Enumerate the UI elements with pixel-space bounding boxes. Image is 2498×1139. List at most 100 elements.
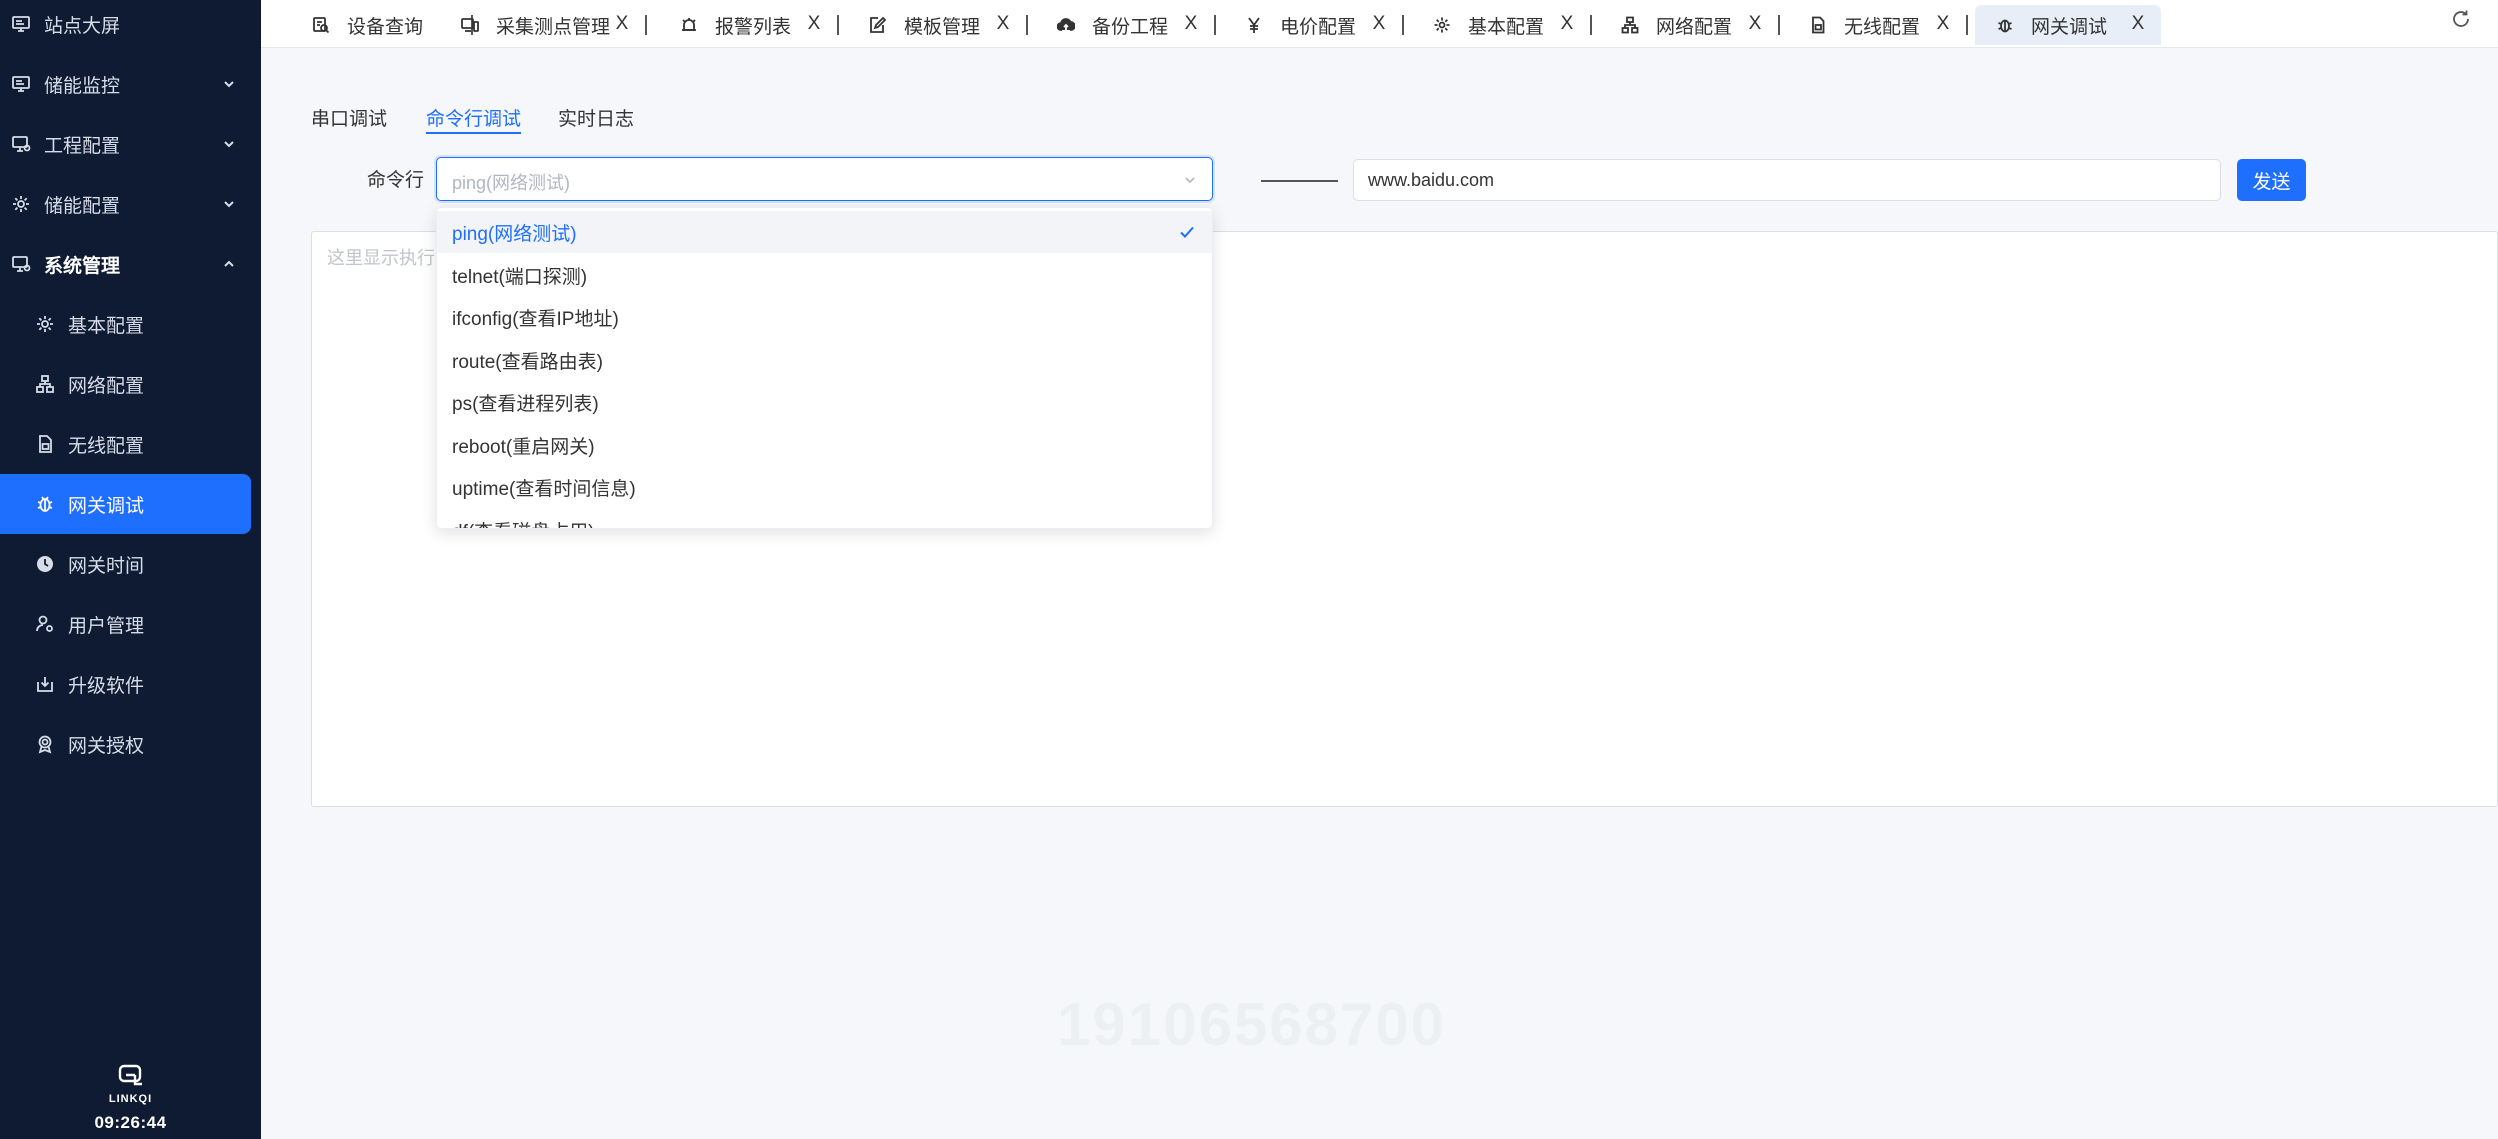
subtab-command-debug[interactable]: 命令行调试 <box>426 104 522 134</box>
sidebar-item-station-screen[interactable]: 站点大屏 <box>0 0 261 54</box>
sidebar-item-label: 网关授权 <box>68 735 145 757</box>
sidebar-item-label: 系统管理 <box>44 255 121 277</box>
close-icon[interactable]: X <box>613 14 631 33</box>
close-icon[interactable]: X <box>2129 14 2147 33</box>
option-label: ps(查看进程列表) <box>452 393 599 415</box>
tab-separator <box>1402 15 1404 35</box>
dropdown-option-uptime[interactable]: uptime(查看时间信息) <box>437 466 1212 508</box>
tab-label: 采集测点管理 <box>496 16 611 38</box>
tab-separator <box>1026 15 1028 35</box>
tab-backup-project[interactable]: 备份工程 X <box>1056 5 1216 45</box>
tab-gateway-debug[interactable]: 网关调试 X <box>1975 5 2161 45</box>
logo-text: LINKQI <box>108 1093 153 1105</box>
sidebar: 站点大屏 储能监控 工程配置 储能配置 系统管理 基本配置 网络配置 无线配置 … <box>0 0 261 1139</box>
tab-basic-config[interactable]: 基本配置 X <box>1432 5 1592 45</box>
dropdown-option-ps[interactable]: ps(查看进程列表) <box>437 381 1212 423</box>
target-host-input[interactable] <box>1353 159 2221 201</box>
dropdown-option-ping[interactable]: ping(网络测试) <box>437 211 1212 253</box>
tab-template-management[interactable]: 模板管理 X <box>868 5 1028 45</box>
tab-device-query[interactable]: 设备查询 <box>311 5 473 45</box>
sidebar-item-gateway-time[interactable]: 网关时间 <box>0 534 261 594</box>
option-label: uptime(查看时间信息) <box>452 478 636 500</box>
tab-label: 基本配置 <box>1468 16 1545 38</box>
sidebar-item-system-management[interactable]: 系统管理 <box>0 234 261 294</box>
chevron-down-icon <box>221 196 237 212</box>
close-icon[interactable]: X <box>994 14 1012 33</box>
download-box-icon <box>34 673 56 695</box>
sidebar-item-project-config[interactable]: 工程配置 <box>0 114 261 174</box>
option-label: ping(网络测试) <box>452 223 577 245</box>
clock-icon <box>34 553 56 575</box>
subtab-serial-debug[interactable]: 串口调试 <box>311 104 387 134</box>
tab-network-config[interactable]: 网络配置 X <box>1620 5 1780 45</box>
sidebar-item-label: 站点大屏 <box>44 15 121 37</box>
option-label: reboot(重启网关) <box>452 436 595 458</box>
sidebar-item-basic-config[interactable]: 基本配置 <box>0 294 261 354</box>
check-icon <box>1178 223 1196 241</box>
sim-card-icon <box>34 433 56 455</box>
option-label: ifconfig(查看IP地址) <box>452 308 619 330</box>
gear-icon <box>1432 15 1452 35</box>
subtab-realtime-log[interactable]: 实时日志 <box>558 104 634 134</box>
sidebar-item-storage-config[interactable]: 储能配置 <box>0 174 261 234</box>
gear-icon <box>34 313 56 335</box>
bug-icon <box>1995 15 2015 35</box>
tab-separator <box>645 15 647 35</box>
tab-price-config[interactable]: 电价配置 X <box>1244 5 1404 45</box>
tab-bar: 设备查询 采集测点管理 X 报警列表 X 模板管理 X 备份工程 X 电价配置 … <box>261 0 2498 48</box>
tab-label: 网络配置 <box>1656 16 1733 38</box>
dropdown-option-df[interactable]: df(查看磁盘占用) <box>437 509 1212 529</box>
option-label: route(查看路由表) <box>452 351 603 373</box>
sidebar-item-label: 升级软件 <box>68 675 145 697</box>
command-select-value: ping(网络测试) <box>452 173 571 193</box>
sidebar-item-gateway-license[interactable]: 网关授权 <box>0 714 261 774</box>
sidebar-item-gateway-debug[interactable]: 网关调试 <box>0 474 251 534</box>
tab-wireless-config[interactable]: 无线配置 X <box>1808 5 1968 45</box>
close-icon[interactable]: X <box>1182 14 1200 33</box>
tab-label: 无线配置 <box>1844 16 1921 38</box>
option-label: df(查看磁盘占用) <box>452 517 595 529</box>
devices-icon <box>460 15 480 35</box>
send-button[interactable]: 发送 <box>2237 159 2306 201</box>
sidebar-item-upgrade-software[interactable]: 升级软件 <box>0 654 261 714</box>
tab-label: 模板管理 <box>904 16 981 38</box>
tab-separator <box>1214 15 1216 35</box>
cloud-upload-icon <box>1056 15 1076 35</box>
command-select[interactable]: ping(网络测试) <box>436 157 1213 201</box>
sidebar-item-label: 储能监控 <box>44 75 121 97</box>
tab-label: 备份工程 <box>1092 16 1169 38</box>
sidebar-item-user-management[interactable]: 用户管理 <box>0 594 261 654</box>
connector-line <box>1261 180 1338 182</box>
sidebar-item-label: 无线配置 <box>68 435 145 457</box>
brand-logo: LINKQI <box>0 1064 261 1105</box>
chevron-down-icon <box>221 136 237 152</box>
dropdown-option-telnet[interactable]: telnet(端口探测) <box>437 254 1212 296</box>
dropdown-option-reboot[interactable]: reboot(重启网关) <box>437 424 1212 466</box>
sidebar-item-storage-monitor[interactable]: 储能监控 <box>0 54 261 114</box>
tab-collection-points[interactable]: 采集测点管理 X <box>457 5 647 45</box>
tab-alarm-list[interactable]: 报警列表 X <box>679 5 839 45</box>
yen-icon <box>1244 15 1264 35</box>
sim-card-icon <box>1808 15 1828 35</box>
sidebar-item-label: 网关时间 <box>68 555 145 577</box>
sidebar-item-network-config[interactable]: 网络配置 <box>0 354 261 414</box>
tab-separator <box>1590 15 1592 35</box>
dropdown-option-route[interactable]: route(查看路由表) <box>437 339 1212 381</box>
command-dropdown: ping(网络测试) telnet(端口探测) ifconfig(查看IP地址)… <box>436 207 1213 529</box>
chevron-down-icon <box>1182 172 1198 188</box>
sidebar-item-wireless-config[interactable]: 无线配置 <box>0 414 261 474</box>
clock-display: 09:26:44 <box>94 1113 167 1132</box>
close-icon[interactable]: X <box>805 14 823 33</box>
close-icon[interactable]: X <box>1370 14 1388 33</box>
close-icon[interactable]: X <box>1558 14 1576 33</box>
close-icon[interactable]: X <box>1746 14 1764 33</box>
sidebar-item-label: 工程配置 <box>44 135 121 157</box>
logo-mark-icon <box>118 1064 142 1086</box>
close-icon[interactable]: X <box>1934 14 1952 33</box>
option-label: telnet(端口探测) <box>452 266 588 288</box>
edit-doc-icon <box>868 15 888 35</box>
dropdown-option-ifconfig[interactable]: ifconfig(查看IP地址) <box>437 296 1212 338</box>
refresh-icon[interactable] <box>2450 8 2472 30</box>
sidebar-item-label: 基本配置 <box>68 315 145 337</box>
alarm-icon <box>679 15 699 35</box>
